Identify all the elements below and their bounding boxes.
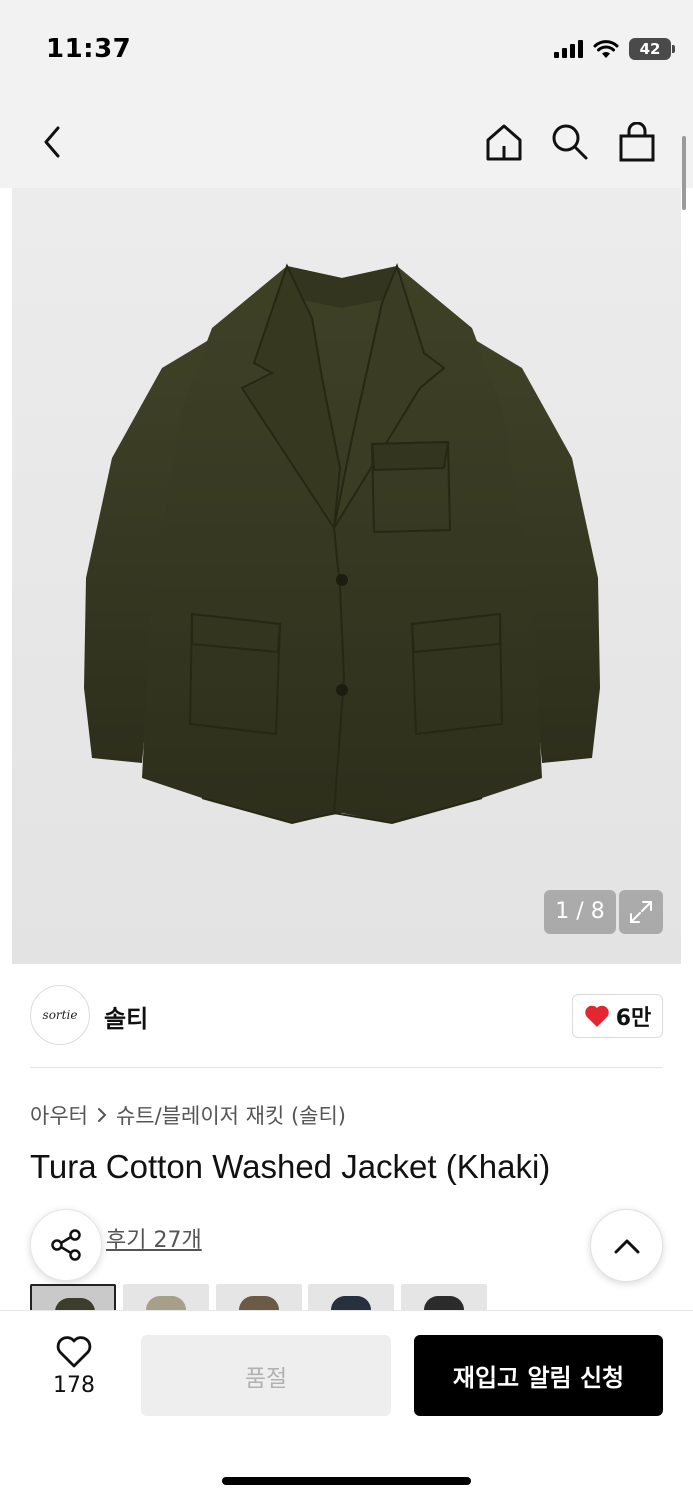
swatch-thumbnail (55, 1298, 95, 1310)
breadcrumb: 아우터 슈트/블레이저 재킷 (솔티) (30, 1100, 346, 1130)
home-indicator[interactable] (222, 1477, 471, 1485)
chevron-up-icon (614, 1239, 639, 1253)
battery-indicator: 42 (629, 38, 675, 60)
chevron-right-icon (97, 1108, 107, 1122)
product-image-gallery[interactable]: 1 / 8 (12, 188, 681, 964)
brand-like-count: 6만 (615, 1006, 652, 1031)
swatch-thumbnail (146, 1296, 186, 1310)
color-swatch[interactable] (308, 1284, 394, 1310)
swatch-thumbnail (331, 1296, 371, 1310)
status-bar: 11:37 42 (0, 0, 693, 100)
share-icon (51, 1229, 81, 1261)
brand-row: sortie 솔티 6만 (30, 985, 663, 1047)
wifi-icon (593, 40, 619, 58)
cart-button[interactable] (613, 118, 661, 166)
home-icon (486, 124, 522, 161)
expand-image-button[interactable] (619, 890, 663, 934)
color-swatch[interactable] (401, 1284, 487, 1310)
home-button[interactable] (480, 118, 528, 166)
top-nav-bar (0, 100, 693, 188)
brand-like-button[interactable]: 6만 (572, 994, 663, 1038)
wishlist-count: 178 (53, 1373, 95, 1398)
review-count-link[interactable]: 후기 27개 (106, 1222, 202, 1254)
scrollbar[interactable] (682, 136, 686, 210)
back-button[interactable] (28, 118, 76, 166)
breadcrumb-category[interactable]: 아우터 (30, 1100, 88, 1130)
breadcrumb-subcategory[interactable]: 슈트/블레이저 재킷 (솔티) (116, 1100, 346, 1130)
status-time: 11:37 (46, 34, 132, 64)
bottom-action-bar: 178 품절 재입고 알림 신청 (0, 1310, 693, 1500)
chevron-left-icon (44, 126, 60, 158)
status-icons: 42 (554, 38, 675, 60)
color-swatch[interactable] (123, 1284, 209, 1310)
wishlist-button[interactable]: 178 (38, 1335, 110, 1407)
search-button[interactable] (546, 118, 594, 166)
sold-out-button: 품절 (141, 1335, 391, 1416)
heart-outline-icon (56, 1336, 92, 1368)
search-icon (552, 124, 588, 160)
heart-filled-icon (584, 1005, 609, 1027)
brand-logo[interactable]: sortie (30, 985, 90, 1045)
cellular-signal-icon (554, 40, 583, 58)
color-swatch[interactable] (216, 1284, 302, 1310)
divider (30, 1067, 663, 1068)
product-title: Tura Cotton Washed Jacket (Khaki) (30, 1148, 551, 1185)
shopping-bag-icon (619, 122, 655, 162)
product-photo-jacket (84, 263, 600, 825)
restock-alert-button[interactable]: 재입고 알림 신청 (414, 1335, 663, 1416)
image-counter: 1 / 8 (544, 890, 616, 934)
expand-icon (630, 901, 652, 923)
swatch-thumbnail (239, 1296, 279, 1310)
share-button[interactable] (30, 1209, 102, 1281)
swatch-thumbnail (424, 1296, 464, 1310)
scroll-to-top-button[interactable] (590, 1209, 663, 1282)
color-swatch[interactable] (30, 1284, 116, 1310)
brand-name[interactable]: 솔티 (104, 999, 148, 1034)
